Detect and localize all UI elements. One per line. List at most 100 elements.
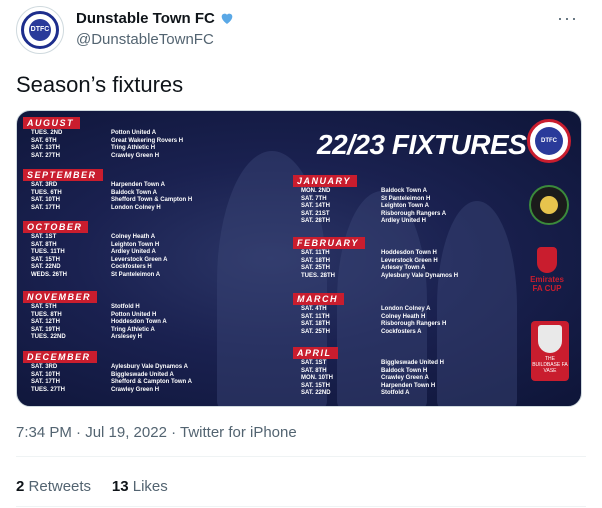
fixture-date: SAT. 12TH — [31, 319, 60, 326]
retweets-label[interactable]: Retweets — [29, 478, 92, 495]
month-header-february: FEBRUARY — [293, 237, 365, 249]
fixture-row: SAT. 10TH Shefford Town & Campton H — [31, 197, 192, 205]
fixture-opponent: Leverstock Green A — [111, 256, 168, 263]
fixture-row: TUES. 6TH Baldock Town A — [31, 190, 192, 198]
fixture-date: SAT. 18TH — [301, 257, 330, 264]
fixture-rows: SAT. 4TH London Colney A SAT. 11TH Colney H… — [301, 306, 446, 336]
fixtures-title: 22/23 FIXTURES — [317, 129, 527, 160]
fixture-date: SAT. 6TH — [31, 137, 57, 144]
fixture-date: SAT. 22ND — [301, 390, 331, 397]
fixture-opponent: Leighton Town H — [111, 241, 160, 248]
fixture-opponent: Harpenden Town H — [381, 382, 436, 389]
fixture-rows: SAT. 1ST Colney Heath A SAT. 8TH Leighton T… — [31, 234, 167, 280]
fixture-opponent: Biggleswade United H — [381, 360, 445, 366]
divider — [16, 456, 586, 457]
fixture-opponent: Leighton Town A — [381, 203, 429, 210]
fixture-date: SAT. 10TH — [31, 371, 60, 378]
fixture-rows: MON. 2ND Baldock Town A SAT. 7TH St Pantele… — [301, 188, 446, 226]
fixture-date: SAT. 11TH — [301, 313, 330, 320]
fixture-row: TUES. 8TH Potton United H — [31, 312, 167, 320]
fixture-row: WEDS. 26TH St Panteleimon A — [31, 272, 167, 280]
fixture-date: MON. 10TH — [301, 375, 334, 382]
fixture-rows: SAT. 3RD Harpenden Town A TUES. 6TH Baldock… — [31, 182, 192, 212]
fixture-row: SAT. 21ST Risborough Rangers A — [301, 211, 446, 219]
fixture-opponent: Aylesbury Vale Dynamos H — [381, 272, 459, 279]
fixture-opponent: Baldock Town A — [111, 189, 158, 196]
league-badge — [529, 185, 569, 225]
fixture-date: SAT. 15TH — [31, 256, 60, 263]
fixture-opponent: London Colney H — [111, 204, 161, 211]
fixture-opponent: Potton United H — [111, 311, 157, 318]
like-count[interactable]: 13 — [112, 478, 129, 495]
fixture-opponent: London Colney A — [381, 306, 431, 312]
divider — [16, 506, 586, 507]
fixture-opponent: Aylesbury Vale Dynamos A — [111, 364, 188, 370]
fixture-row: SAT. 17TH Shefford & Campton Town A — [31, 379, 192, 387]
fixture-opponent: Crawley Green H — [111, 152, 160, 159]
retweet-count[interactable]: 2 — [16, 478, 24, 495]
month-header-august: AUGUST — [23, 117, 80, 129]
fixture-date: SAT. 21ST — [301, 210, 330, 217]
fixture-opponent: Tring Athletic H — [111, 145, 156, 152]
fixture-date: SAT. 17TH — [31, 204, 60, 211]
fixture-opponent: Potton United A — [111, 130, 157, 136]
fixture-date: SAT. 19TH — [31, 326, 60, 333]
fixture-row: SAT. 5TH Stotfold H — [31, 304, 167, 312]
fixture-date: SAT. 27TH — [31, 152, 60, 159]
fixture-opponent: Colney Heath H — [381, 313, 426, 320]
tweet-timestamp[interactable]: 7:34 PM · Jul 19, 2022 · Twitter for iPh… — [16, 424, 297, 441]
fixture-row: SAT. 17TH London Colney H — [31, 205, 192, 213]
fixture-row: SAT. 8TH Baldock Town H — [301, 368, 444, 376]
fixture-row: SAT. 15TH Harpenden Town H — [301, 383, 444, 391]
fixture-row: TUES. 28TH Aylesbury Vale Dynamos H — [301, 273, 458, 281]
fixture-opponent: Crawley Green A — [381, 375, 429, 382]
tweet-text: Season’s fixtures — [16, 72, 184, 97]
fixture-date: SAT. 14TH — [301, 203, 330, 210]
fa-cup-logo: Emirates FA CUP — [525, 247, 569, 293]
display-name[interactable]: Dunstable Town FC — [76, 10, 235, 27]
month-header-april: APRIL — [293, 347, 338, 359]
fixture-opponent: Shefford & Campton Town A — [111, 379, 192, 386]
fixture-row: SAT. 25TH Arlesey Town A — [301, 265, 458, 273]
fixture-opponent: Baldock Town A — [381, 188, 428, 194]
fixture-row: TUES. 11TH Ardley United A — [31, 249, 167, 257]
fixture-date: SAT. 1ST — [31, 234, 57, 240]
fixture-date: SAT. 4TH — [301, 306, 327, 312]
fixture-date: SAT. 18TH — [301, 321, 330, 328]
fixture-date: TUES. 6TH — [31, 189, 62, 196]
fixture-date: SAT. 8TH — [301, 367, 327, 374]
fixture-date: TUES. 28TH — [301, 272, 336, 279]
fixture-opponent: St Panteleimon H — [381, 195, 431, 202]
fixture-row: SAT. 7TH St Panteleimon H — [301, 196, 446, 204]
fixture-date: SAT. 7TH — [301, 195, 327, 202]
month-header-december: DECEMBER — [23, 351, 97, 363]
fixture-date: SAT. 22ND — [31, 264, 61, 271]
fixture-date: SAT. 17TH — [31, 379, 60, 386]
fixture-row: SAT. 28TH Ardley United H — [301, 218, 446, 226]
fixture-date: WEDS. 26TH — [31, 271, 68, 278]
fixture-row: SAT. 27TH Crawley Green H — [31, 153, 183, 161]
fixture-date: SAT. 13TH — [31, 145, 60, 152]
fixture-row: SAT. 10TH Biggleswade United A — [31, 372, 192, 380]
likes-label[interactable]: Likes — [133, 478, 168, 495]
fixture-opponent: Stotfold A — [381, 390, 410, 397]
fixture-rows: SAT. 11TH Hoddesdon Town H SAT. 18TH Levers… — [301, 250, 458, 280]
fixture-date: SAT. 8TH — [31, 241, 57, 248]
fixture-opponent: Risborough Rangers H — [381, 321, 447, 328]
avatar[interactable]: DTFC — [16, 6, 64, 54]
account-handle[interactable]: @DunstableTownFC — [76, 31, 214, 48]
fixture-rows: SAT. 3RD Aylesbury Vale Dynamos A SAT. 10T… — [31, 364, 192, 394]
fixture-opponent: Colney Heath A — [111, 234, 156, 240]
fixture-row: SAT. 22ND Cockfosters H — [31, 264, 167, 272]
fixture-opponent: Harpenden Town A — [111, 182, 165, 188]
more-options-icon[interactable]: ··· — [557, 8, 578, 29]
fixture-date: TUES. 11TH — [31, 249, 65, 256]
fixture-rows: SAT. 1ST Biggleswade United H SAT. 8TH Bald… — [301, 360, 444, 398]
tweet-image[interactable]: 22/23 FIXTURES DTFC Emirates FA CUP THE … — [16, 110, 582, 407]
lion-icon — [537, 247, 557, 273]
fixture-row: SAT. 15TH Leverstock Green A — [31, 257, 167, 265]
fixture-row: SAT. 13TH Tring Athletic H — [31, 145, 183, 153]
fixture-row: MON. 10TH Crawley Green A — [301, 375, 444, 383]
fixture-row: TUES. 2ND Potton United A — [31, 130, 183, 138]
fixture-date: MON. 2ND — [301, 188, 331, 194]
